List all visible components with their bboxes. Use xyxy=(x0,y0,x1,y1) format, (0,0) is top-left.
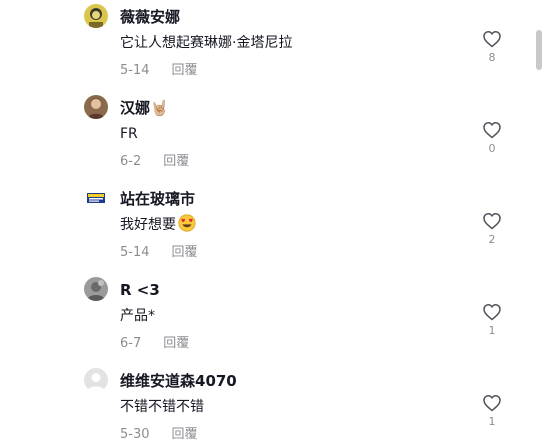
like-control: 2 xyxy=(480,212,504,247)
comment-username[interactable]: R <3 xyxy=(120,280,160,300)
comment-item: R <3 产品* 6-7 回覆 1 xyxy=(0,277,528,367)
comment-username[interactable]: 薇薇安娜 xyxy=(120,7,180,27)
heart-outline-icon[interactable] xyxy=(482,212,502,230)
comment-item: 站在玻璃市 我好想要 5-14 回覆 2 xyxy=(0,186,528,276)
comment-text: FR xyxy=(120,126,138,142)
comment-item: 汉娜🤘🏼 FR 6-2 回覆 0 xyxy=(0,95,528,185)
like-control: 8 xyxy=(480,30,504,65)
comment-date: 6-7 xyxy=(120,336,142,351)
like-control: 1 xyxy=(480,303,504,338)
heart-outline-icon[interactable] xyxy=(482,121,502,139)
comment-username[interactable]: 站在玻璃市 xyxy=(120,189,195,209)
comment-meta: 5-30 回覆 xyxy=(120,426,198,444)
comment-item: 维维安道森4070 不错不错不错 5-30 回覆 1 xyxy=(0,368,528,445)
comment-date: 5-14 xyxy=(120,63,150,78)
like-count: 8 xyxy=(488,51,496,64)
reply-button[interactable]: 回覆 xyxy=(172,62,198,80)
reply-button[interactable]: 回覆 xyxy=(163,153,189,171)
avatar[interactable] xyxy=(84,95,108,119)
heart-eyes-emoji-icon xyxy=(178,214,196,232)
heart-outline-icon[interactable] xyxy=(482,30,502,48)
comment-date: 5-14 xyxy=(120,245,150,260)
like-count: 0 xyxy=(488,142,496,155)
default-avatar-icon[interactable] xyxy=(84,368,108,392)
avatar[interactable] xyxy=(84,277,108,301)
like-control: 0 xyxy=(480,121,504,156)
comment-text-body: 我好想要 xyxy=(120,217,176,233)
comment-item: 薇薇安娜 它让人想起赛琳娜·金塔尼拉 5-14 回覆 8 xyxy=(0,4,528,94)
comment-meta: 6-7 回覆 xyxy=(120,335,189,353)
comment-meta: 5-14 回覆 xyxy=(120,62,198,80)
like-control: 1 xyxy=(480,394,504,429)
heart-outline-icon[interactable] xyxy=(482,394,502,412)
scrollbar-thumb[interactable] xyxy=(536,30,542,70)
like-count: 1 xyxy=(488,324,496,337)
comment-username[interactable]: 维维安道森4070 xyxy=(120,371,237,391)
heart-outline-icon[interactable] xyxy=(482,303,502,321)
reply-button[interactable]: 回覆 xyxy=(163,335,189,353)
like-count: 1 xyxy=(488,415,496,428)
reply-button[interactable]: 回覆 xyxy=(172,426,198,444)
reply-button[interactable]: 回覆 xyxy=(172,244,198,262)
avatar[interactable] xyxy=(84,4,108,28)
avatar[interactable] xyxy=(84,186,108,210)
comment-date: 5-30 xyxy=(120,427,150,442)
like-count: 2 xyxy=(488,233,496,246)
comment-date: 6-2 xyxy=(120,154,142,169)
comment-list: 薇薇安娜 它让人想起赛琳娜·金塔尼拉 5-14 回覆 8 汉娜🤘🏼 FR 6-2 回… xyxy=(0,0,544,445)
comment-username[interactable]: 汉娜🤘🏼 xyxy=(120,98,169,118)
comment-text: 产品* xyxy=(120,308,155,324)
comment-text: 不错不错不错 xyxy=(120,399,204,415)
comment-text: 我好想要 xyxy=(120,214,196,236)
comment-text: 它让人想起赛琳娜·金塔尼拉 xyxy=(120,35,293,51)
comment-meta: 5-14 回覆 xyxy=(120,244,198,262)
comment-meta: 6-2 回覆 xyxy=(120,153,189,171)
